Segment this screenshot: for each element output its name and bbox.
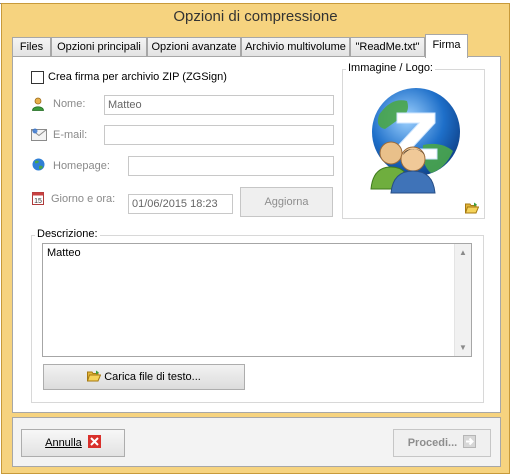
datetime-field[interactable]: 01/06/2015 18:23 xyxy=(128,194,233,214)
tab-advanced-options[interactable]: Opzioni avanzate xyxy=(147,37,241,57)
scroll-up-icon[interactable]: ▲ xyxy=(459,248,467,257)
tab-signature[interactable]: Firma xyxy=(425,34,468,58)
tab-multivolume[interactable]: Archivio multivolume xyxy=(241,37,350,57)
image-logo-label: Immagine / Logo: xyxy=(346,62,435,74)
email-label: E-mail: xyxy=(53,129,88,141)
load-text-file-button[interactable]: Carica file di testo... xyxy=(43,364,245,390)
create-signature-checkbox[interactable] xyxy=(31,71,44,84)
tab-main-options[interactable]: Opzioni principali xyxy=(51,37,147,57)
globe-icon xyxy=(32,158,45,174)
description-textarea[interactable]: Matteo ▲ ▼ xyxy=(42,243,472,357)
tab-files[interactable]: Files xyxy=(12,37,51,57)
scroll-down-icon[interactable]: ▼ xyxy=(459,343,467,352)
email-icon xyxy=(31,128,47,144)
open-folder-icon[interactable] xyxy=(464,202,480,217)
calendar-icon: 15 xyxy=(32,191,44,208)
load-text-file-label: Carica file di testo... xyxy=(104,371,201,383)
svg-text:15: 15 xyxy=(34,198,42,205)
dialog-window: Opzioni di compressione Files Opzioni pr… xyxy=(1,3,510,474)
update-button[interactable]: Aggiorna xyxy=(240,187,333,217)
proceed-button[interactable]: Procedi... xyxy=(393,429,491,457)
name-label: Nome: xyxy=(53,98,86,110)
proceed-label: Procedi... xyxy=(407,437,458,449)
zgsign-logo xyxy=(361,85,461,195)
description-label: Descrizione: xyxy=(35,228,100,240)
dialog-footer: Annulla Procedi... xyxy=(12,417,501,467)
homepage-field[interactable] xyxy=(128,156,334,176)
datetime-label: Giorno e ora: xyxy=(51,193,116,205)
open-folder-icon xyxy=(86,365,102,389)
dialog-title: Opzioni di compressione xyxy=(173,8,338,25)
signature-panel: Crea firma per archivio ZIP (ZGSign) Nom… xyxy=(12,56,501,413)
user-icon xyxy=(31,97,45,114)
tab-readme[interactable]: "ReadMe.txt" xyxy=(350,37,425,57)
close-icon xyxy=(85,430,101,456)
description-scrollbar[interactable]: ▲ ▼ xyxy=(454,244,471,356)
description-text: Matteo xyxy=(47,247,81,259)
homepage-label: Homepage: xyxy=(53,160,110,172)
arrow-right-icon xyxy=(460,430,477,456)
create-signature-label[interactable]: Crea firma per archivio ZIP (ZGSign) xyxy=(48,71,227,83)
cancel-button[interactable]: Annulla xyxy=(21,429,125,457)
cancel-label: Annulla xyxy=(45,437,82,449)
email-field[interactable] xyxy=(104,125,334,145)
name-field[interactable]: Matteo xyxy=(104,95,334,115)
